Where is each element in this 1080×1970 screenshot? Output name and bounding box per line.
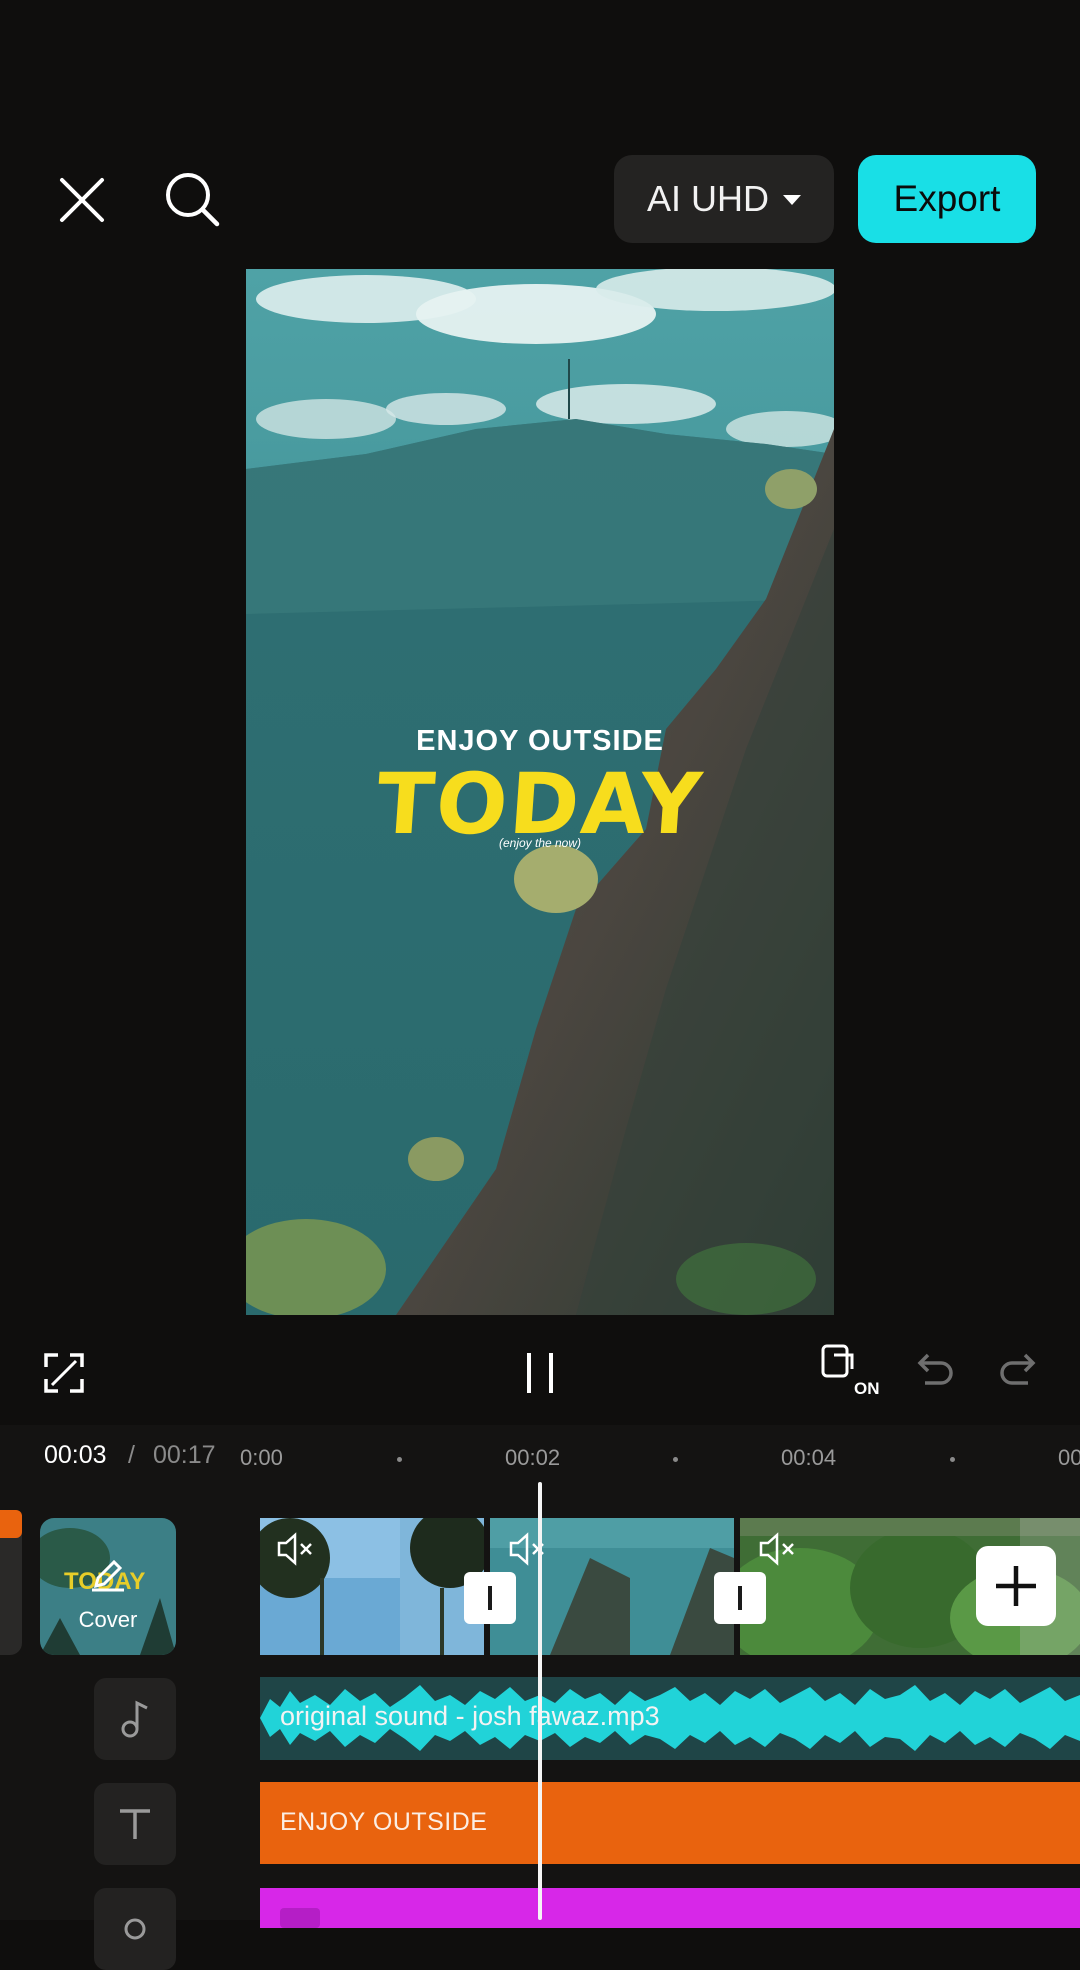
add-audio-button[interactable]: [94, 1678, 176, 1760]
undo-icon: [917, 1353, 953, 1385]
audio-track-label: original sound - josh fawaz.mp3: [280, 1701, 660, 1731]
playhead[interactable]: [538, 1482, 542, 1920]
chevron-down-icon: [783, 195, 801, 205]
plus-icon: [996, 1566, 1036, 1606]
transition-icon: [488, 1586, 492, 1610]
transition-button[interactable]: [714, 1572, 766, 1624]
current-time: 00:03: [44, 1441, 107, 1469]
export-button[interactable]: Export: [858, 155, 1036, 243]
add-sticker-button[interactable]: [94, 1888, 176, 1970]
pause-button[interactable]: [515, 1348, 565, 1398]
cover-button[interactable]: TODAY Cover: [40, 1518, 176, 1655]
ruler-dot: [397, 1457, 402, 1462]
keyframe-toggle[interactable]: ON: [820, 1343, 884, 1403]
ruler-dot: [673, 1457, 678, 1462]
new-badge-stub: [0, 1510, 22, 1538]
ruler-tick: 00:04: [781, 1445, 837, 1470]
redo-icon: [1000, 1353, 1036, 1385]
undo-button[interactable]: [913, 1349, 959, 1395]
previous-clip-stub: [0, 1518, 22, 1655]
mute-icon: [509, 1532, 544, 1566]
mute-icon: [759, 1532, 794, 1566]
transition-button[interactable]: [464, 1572, 516, 1624]
text-icon: [120, 1809, 150, 1839]
text-track[interactable]: ENJOY OUTSIDE: [260, 1782, 1080, 1864]
search-icon: [166, 173, 220, 227]
close-button[interactable]: [52, 170, 112, 230]
add-text-button[interactable]: [94, 1783, 176, 1865]
time-separator: /: [128, 1441, 135, 1469]
music-note-icon: [121, 1700, 148, 1738]
sticker-thumb: [280, 1908, 320, 1928]
mute-icon: [277, 1532, 312, 1566]
quality-dropdown[interactable]: AI UHD: [614, 155, 834, 243]
audio-track[interactable]: original sound - josh fawaz.mp3: [260, 1677, 1080, 1760]
text-track-label: ENJOY OUTSIDE: [280, 1808, 488, 1836]
ruler-tick: 00: [1058, 1445, 1080, 1470]
pause-icon: [527, 1353, 553, 1393]
overlay-subtitle: (enjoy the now): [498, 836, 582, 850]
cover-label: Cover: [78, 1607, 138, 1632]
video-clip[interactable]: [260, 1518, 484, 1655]
search-button[interactable]: [160, 167, 226, 233]
redo-button[interactable]: [994, 1349, 1040, 1395]
keyframe-on-label: ON: [854, 1379, 880, 1398]
add-clip-button[interactable]: [976, 1546, 1056, 1626]
overlay-title-small: ENJOY OUTSIDE: [416, 725, 664, 757]
transition-icon: [738, 1586, 742, 1610]
ruler-tick: 0:00: [240, 1445, 283, 1470]
sticker-icon: [124, 1918, 146, 1940]
ruler-tick: 00:02: [505, 1445, 561, 1470]
video-clip[interactable]: [490, 1518, 734, 1655]
fullscreen-icon: [44, 1353, 84, 1393]
export-label: Export: [893, 178, 1001, 219]
total-time: 00:17: [153, 1441, 216, 1469]
fullscreen-button[interactable]: [40, 1349, 88, 1397]
quality-label: AI UHD: [646, 178, 769, 219]
video-preview[interactable]: ENJOY OUTSIDE TODAY (enjoy the now): [246, 269, 834, 1315]
ruler-dot: [950, 1457, 955, 1462]
sticker-track[interactable]: [260, 1888, 1080, 1928]
edit-icon: [92, 1559, 124, 1592]
close-icon: [60, 178, 104, 222]
